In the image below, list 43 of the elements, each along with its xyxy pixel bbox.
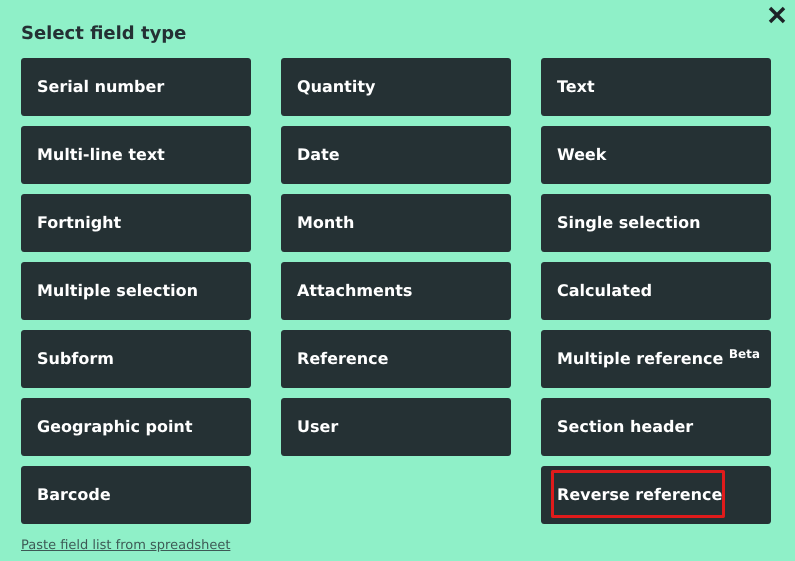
field-type-button[interactable]: Fortnight [21, 194, 251, 252]
field-type-button[interactable]: Single selection [541, 194, 771, 252]
field-type-label: Reverse reference [557, 484, 722, 506]
field-type-button[interactable]: Quantity [281, 58, 511, 116]
field-type-button[interactable]: Serial number [21, 58, 251, 116]
field-type-button[interactable]: Reverse reference [541, 466, 771, 524]
field-type-button[interactable]: Subform [21, 330, 251, 388]
field-type-button[interactable]: Text [541, 58, 771, 116]
field-type-label: Reference [297, 348, 388, 370]
field-type-label: Multi-line text [37, 144, 165, 166]
field-type-button[interactable]: Barcode [21, 466, 251, 524]
field-type-button[interactable]: Multiple reference $^{Beta}$ [541, 330, 771, 388]
field-type-label: Subform [37, 348, 114, 370]
field-type-label: Text [557, 76, 595, 98]
field-type-label: Section header [557, 416, 694, 438]
field-type-label: Calculated [557, 280, 652, 302]
field-type-button[interactable]: Multi-line text [21, 126, 251, 184]
field-type-label: Single selection [557, 212, 700, 234]
field-type-button[interactable]: Calculated [541, 262, 771, 320]
close-icon[interactable] [766, 4, 788, 26]
field-type-label: Geographic point [37, 416, 192, 438]
field-type-button[interactable]: Reference [281, 330, 511, 388]
field-type-button[interactable]: Month [281, 194, 511, 252]
paste-field-list-link[interactable]: Paste field list from spreadsheet [21, 536, 230, 556]
field-type-label: Month [297, 212, 354, 234]
field-type-label: Attachments [297, 280, 412, 302]
field-type-button[interactable]: Geographic point [21, 398, 251, 456]
field-type-label: Barcode [37, 484, 111, 506]
field-type-label: Quantity [297, 76, 376, 98]
field-type-label: Fortnight [37, 212, 122, 234]
field-type-button[interactable]: User [281, 398, 511, 456]
field-type-label: Week [557, 144, 606, 166]
field-type-button[interactable]: Week [541, 126, 771, 184]
field-type-label: Serial number [37, 76, 164, 98]
field-type-label: Date [297, 144, 340, 166]
field-type-label: Multiple selection [37, 280, 198, 302]
field-type-button[interactable]: Attachments [281, 262, 511, 320]
field-type-button[interactable]: Section header [541, 398, 771, 456]
field-type-button[interactable]: Multiple selection [21, 262, 251, 320]
field-type-label: User [297, 416, 338, 438]
dialog-title: Select field type [21, 22, 186, 46]
field-type-label: Multiple reference $^{Beta}$ [557, 347, 760, 370]
field-type-button[interactable]: Date [281, 126, 511, 184]
